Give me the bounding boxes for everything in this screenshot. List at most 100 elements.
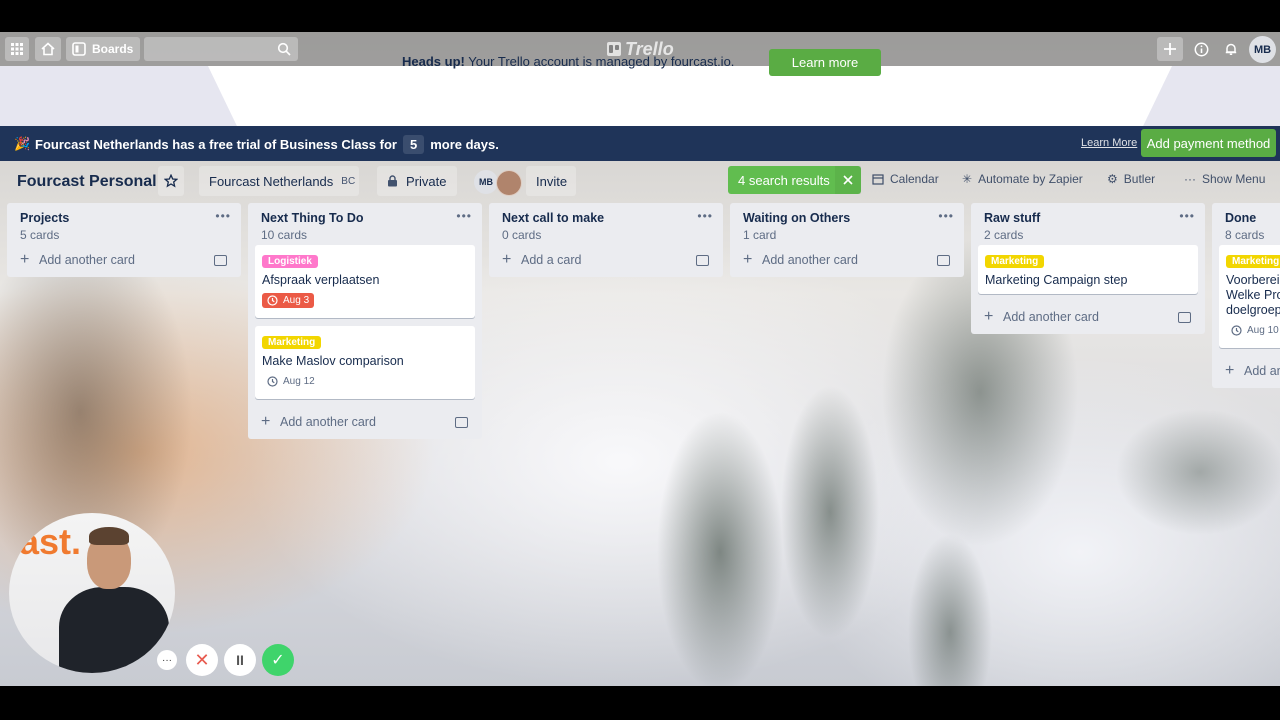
due-date-badge[interactable]: Aug 3 — [262, 293, 315, 308]
plus-icon: + — [1225, 362, 1235, 379]
plus-icon: + — [502, 251, 512, 268]
list-title[interactable]: Projects — [20, 211, 69, 225]
card-label: Marketing — [1226, 255, 1280, 268]
butler-button[interactable]: ⚙ Butler — [1107, 172, 1155, 186]
list-title[interactable]: Raw stuff — [984, 211, 1040, 225]
list-title[interactable]: Next Thing To Do — [261, 211, 364, 225]
recorder-pause-button[interactable]: II — [224, 644, 256, 676]
list-menu-icon[interactable]: ••• — [456, 209, 472, 223]
clear-search-button[interactable] — [835, 166, 861, 194]
apps-button[interactable] — [5, 37, 29, 61]
list-card-count: 1 card — [743, 228, 777, 242]
notifications-button[interactable] — [1218, 37, 1244, 61]
learn-more-button[interactable]: Learn more — [769, 49, 881, 76]
add-card-button[interactable]: + Add another card — [7, 245, 241, 277]
add-card-button[interactable]: + Add another card — [971, 302, 1205, 334]
add-card-button[interactable]: + Add another card — [248, 407, 482, 439]
due-date-badge[interactable]: Aug 12 — [262, 374, 320, 389]
add-payment-button[interactable]: Add payment method — [1141, 129, 1276, 157]
card-title: Afspraak verplaatsen — [262, 273, 380, 287]
close-icon — [843, 175, 853, 185]
card-template-icon[interactable] — [937, 255, 950, 266]
list-menu-icon[interactable]: ••• — [215, 209, 231, 223]
list-menu-icon[interactable]: ••• — [697, 209, 713, 223]
list-menu-icon[interactable]: ••• — [938, 209, 954, 223]
add-card-button[interactable]: + Add another card — [730, 245, 964, 277]
trial-message: Fourcast Netherlands has a free trial of… — [35, 135, 499, 154]
plus-icon — [1164, 43, 1176, 55]
search-input[interactable] — [144, 37, 276, 63]
visibility-button[interactable]: Private — [377, 166, 457, 196]
list-header: Next call to make 0 cards ••• — [489, 203, 723, 245]
card-label: Marketing — [985, 255, 1045, 268]
webcam-bubble[interactable]: ast. — [9, 513, 175, 673]
info-button[interactable] — [1188, 37, 1214, 61]
card-template-icon[interactable] — [214, 255, 227, 266]
card[interactable]: Marketing Marketing Campaign step — [978, 245, 1198, 294]
card-template-icon[interactable] — [696, 255, 709, 266]
card-template-icon[interactable] — [1178, 312, 1191, 323]
plus-icon: + — [984, 308, 994, 325]
card-label: Marketing — [262, 336, 322, 349]
list-title[interactable]: Waiting on Others — [743, 211, 850, 225]
bell-icon — [1225, 43, 1237, 55]
add-card-button[interactable]: + Add a card — [489, 245, 723, 277]
search-results-badge[interactable]: 4 search results — [728, 166, 861, 194]
board-title[interactable]: Fourcast Personal — [17, 173, 157, 191]
user-avatar[interactable]: MB — [1249, 36, 1276, 63]
home-button[interactable] — [35, 37, 61, 61]
trial-banner: 🎉 Fourcast Netherlands has a free trial … — [0, 126, 1280, 161]
card-template-icon[interactable] — [455, 417, 468, 428]
home-icon — [41, 42, 55, 56]
due-date: Aug 3 — [283, 295, 310, 306]
zapier-label: Automate by Zapier — [978, 172, 1083, 186]
search-field[interactable] — [144, 37, 298, 63]
member-avatar-mb[interactable]: MB — [474, 170, 498, 194]
zapier-powerup[interactable]: ✳ Automate by Zapier — [962, 172, 1083, 186]
trial-days: 5 — [402, 135, 425, 154]
list-raw-stuff: Raw stuff 2 cards ••• Marketing Marketin… — [971, 203, 1205, 334]
show-menu-button[interactable]: ··· Show Menu — [1184, 172, 1265, 186]
list-title[interactable]: Next call to make — [502, 211, 604, 225]
boards-button[interactable]: Boards — [66, 37, 140, 61]
clock-icon — [1231, 325, 1242, 336]
due-date: Aug 10 — [1247, 325, 1279, 336]
search-icon[interactable] — [277, 42, 291, 56]
list-header: Waiting on Others 1 card ••• — [730, 203, 964, 245]
recorder-more-button[interactable]: ··· — [157, 650, 177, 670]
trial-learn-more-link[interactable]: Learn More — [1081, 137, 1137, 149]
recorder-finish-button[interactable]: ✓ — [262, 644, 294, 676]
due-date-badge[interactable]: Aug 10 — [1226, 323, 1280, 338]
card[interactable]: Logistiek Afspraak verplaatsen Aug 3 — [255, 245, 475, 318]
member-avatar-photo[interactable] — [496, 170, 522, 196]
list-title[interactable]: Done — [1225, 211, 1256, 225]
card[interactable]: Marketing Voorbereid Welke Proc doelgroe… — [1219, 245, 1280, 348]
recorder-cancel-button[interactable]: ✕ — [186, 644, 218, 676]
card[interactable]: Marketing Make Maslov comparison Aug 12 — [255, 326, 475, 399]
calendar-powerup[interactable]: Calendar — [872, 172, 939, 186]
menu-icon: ··· — [1184, 172, 1196, 186]
add-card-label: Add an — [1244, 364, 1280, 378]
add-card-button[interactable]: + Add an — [1212, 356, 1280, 388]
list-header: Raw stuff 2 cards ••• — [971, 203, 1205, 245]
card-title-line: doelgroep — [1226, 303, 1280, 317]
list-projects: Projects 5 cards ••• + Add another card — [7, 203, 241, 277]
search-results-label: 4 search results — [738, 173, 830, 188]
trello-screen: Boards Trello MB Heads up! Your Trello a… — [0, 32, 1280, 686]
due-date: Aug 12 — [283, 376, 315, 387]
add-card-label: Add another card — [280, 415, 376, 429]
team-button[interactable]: Fourcast Netherlands BC — [199, 166, 359, 196]
headsup-message: Heads up! Your Trello account is managed… — [402, 54, 734, 69]
invite-button[interactable]: Invite — [526, 166, 576, 196]
add-card-label: Add another card — [39, 253, 135, 267]
add-card-label: Add another card — [1003, 310, 1099, 324]
headsup-bold: Heads up! — [402, 54, 465, 69]
zapier-icon: ✳ — [962, 172, 973, 186]
webcam-brand-text: ast. — [19, 521, 82, 562]
list-menu-icon[interactable]: ••• — [1179, 209, 1195, 223]
headsup-body: Your Trello account is managed by fourca… — [468, 54, 735, 69]
party-icon: 🎉 — [14, 136, 31, 151]
board-header: Fourcast Personal Fourcast Netherlands B… — [0, 163, 1280, 199]
star-button[interactable] — [158, 166, 184, 196]
create-button[interactable] — [1157, 37, 1183, 61]
